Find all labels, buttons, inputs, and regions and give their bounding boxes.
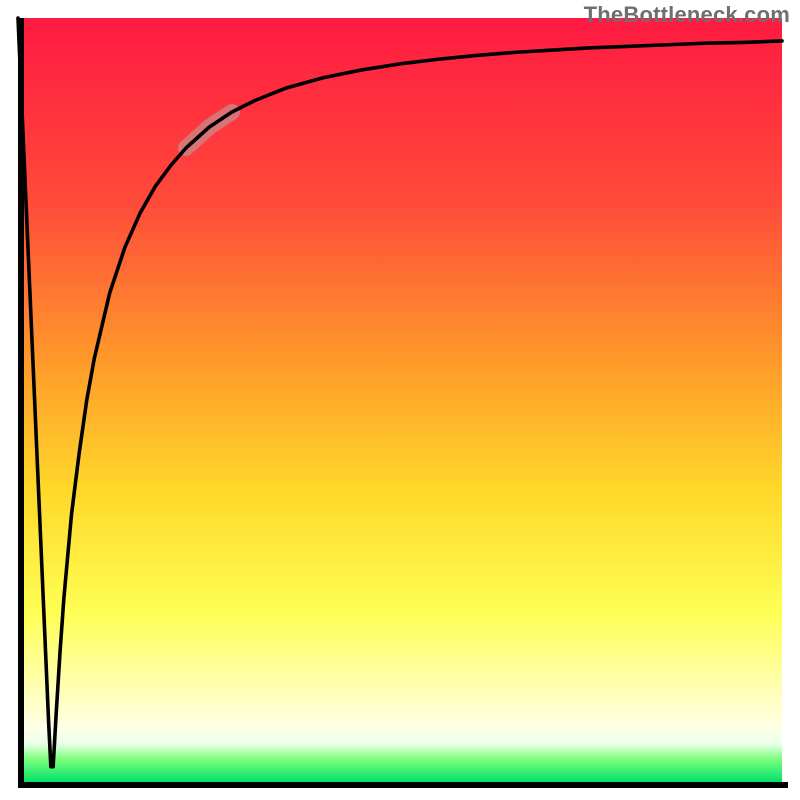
watermark-text: TheBottleneck.com: [584, 2, 790, 28]
chart-container: TheBottleneck.com: [0, 0, 800, 800]
y-axis-line: [18, 18, 24, 788]
curve-layer: [18, 18, 782, 782]
x-axis-line: [18, 782, 788, 788]
bottleneck-curve: [18, 18, 782, 767]
